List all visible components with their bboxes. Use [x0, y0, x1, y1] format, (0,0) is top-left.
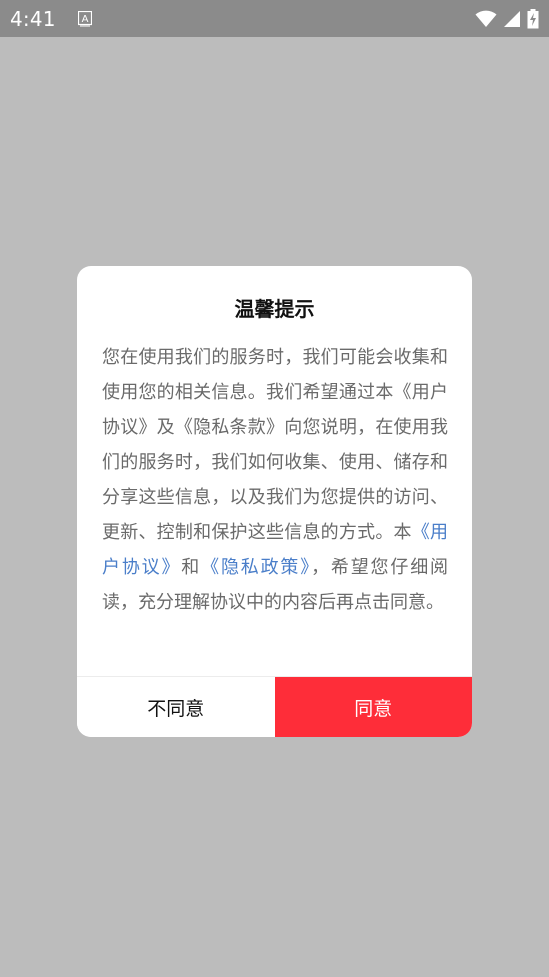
svg-text:A: A — [81, 14, 88, 25]
privacy-policy-link[interactable]: 《隐私政策》 — [201, 557, 311, 578]
wifi-icon — [475, 10, 497, 28]
status-left: 4:41 A — [10, 0, 92, 37]
body-text-and: 和 — [181, 557, 202, 578]
privacy-dialog: 温馨提示 您在使用我们的服务时，我们可能会收集和使用您的相关信息。我们希望通过本… — [77, 266, 472, 737]
accept-button[interactable]: 同意 — [274, 677, 472, 737]
signal-icon — [503, 10, 521, 28]
decline-button[interactable]: 不同意 — [77, 677, 275, 737]
body-text-part1: 您在使用我们的服务时，我们可能会收集和使用您的相关信息。我们希望通过本《用户协议… — [102, 347, 448, 543]
status-time: 4:41 — [10, 6, 56, 31]
dialog-actions: 不同意 同意 — [77, 676, 472, 737]
status-right — [475, 8, 539, 29]
status-bar: 4:41 A — [0, 0, 549, 37]
dialog-body: 您在使用我们的服务时，我们可能会收集和使用您的相关信息。我们希望通过本《用户协议… — [102, 340, 448, 620]
keyboard-a-icon: A — [77, 10, 92, 27]
dialog-title: 温馨提示 — [234, 297, 315, 321]
battery-charging-icon — [527, 8, 539, 29]
